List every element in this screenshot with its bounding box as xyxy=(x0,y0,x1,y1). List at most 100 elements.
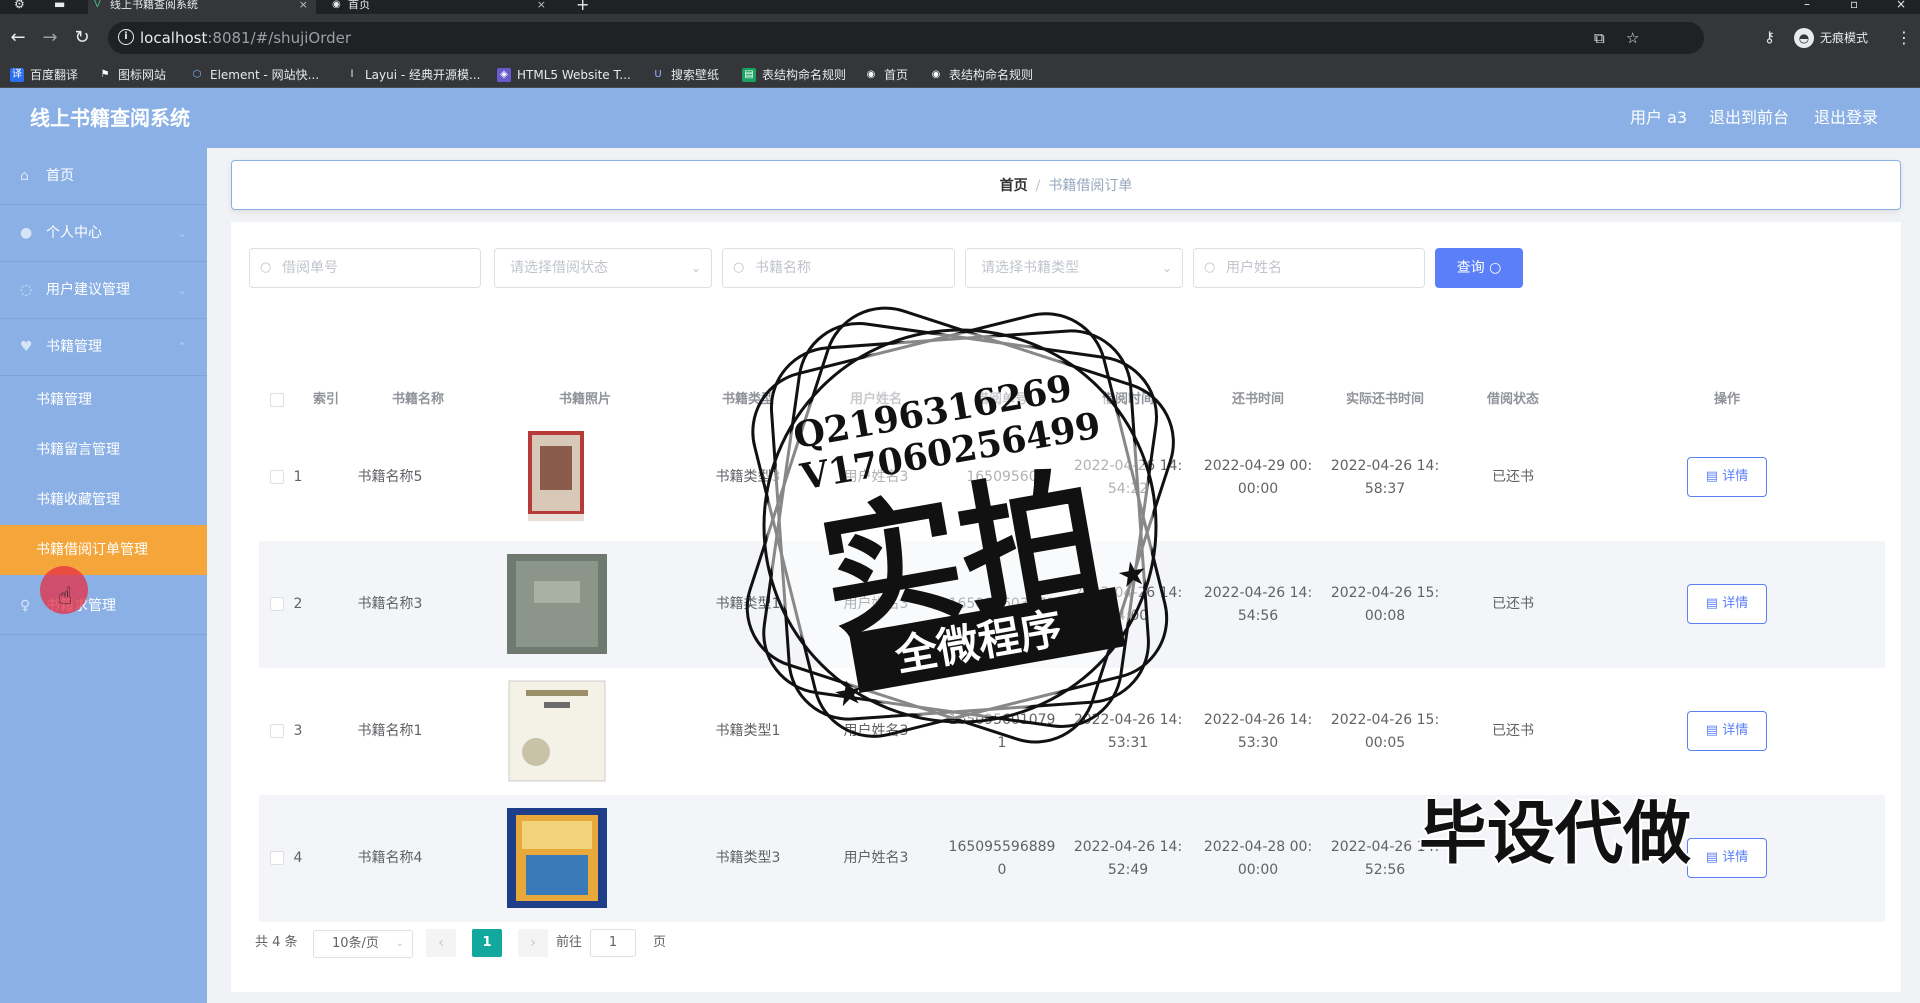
bookmark[interactable]: ◈ HTML5 Website T... xyxy=(497,66,631,84)
cell-return-time: 2022-04-26 14: 54:56 xyxy=(1203,584,1313,624)
bookmark[interactable]: ⬡ Element - 网站快... xyxy=(190,66,319,84)
sidebar-item-books[interactable]: ♥ 书籍管理 ⌃ xyxy=(0,319,207,376)
bookmark[interactable]: U 搜索壁纸 xyxy=(651,66,719,84)
close-tab-icon[interactable]: × xyxy=(537,0,546,10)
logout-link[interactable]: 退出登录 xyxy=(1814,107,1878,129)
layui-icon: ⅼ xyxy=(350,69,354,80)
sidebar-item-suggestions[interactable]: ◌ 用户建议管理 ⌄ xyxy=(0,262,207,319)
forward-icon[interactable]: → xyxy=(38,26,62,50)
detail-button[interactable]: ▤ 详情 xyxy=(1687,838,1767,878)
star-icon[interactable]: ☆ xyxy=(1626,29,1639,47)
detail-button[interactable]: ▤ 详情 xyxy=(1687,711,1767,751)
page-number-active[interactable]: 1 xyxy=(472,929,502,957)
back-to-front-link[interactable]: 退出到前台 xyxy=(1709,107,1789,129)
cell-order-no: 165095603973 xyxy=(948,596,1056,612)
browser-tab-active[interactable]: V 线上书籍查阅系统 × xyxy=(88,0,316,14)
pagination-total: 共 4 条 xyxy=(255,935,298,950)
vue-icon: V xyxy=(94,0,101,10)
bookmark[interactable]: ▤ 表结构命名规则 xyxy=(742,66,846,84)
page-size-select[interactable]: 10条/页 ⌄ xyxy=(313,930,413,958)
select-all-checkbox[interactable] xyxy=(270,393,284,407)
app-header: 线上书籍查阅系统 用户 a3 退出到前台 退出登录 xyxy=(0,88,1920,148)
book-icon: ♥ xyxy=(20,339,33,355)
watermark-text: 毕设代做 xyxy=(1417,793,1693,876)
address-bar[interactable]: i localhost:8081/#/shujiOrder ⧉ ☆ xyxy=(108,22,1704,54)
bookmark[interactable]: ⚑ 图标网站 xyxy=(98,66,167,84)
col-header-book-name: 书籍名称 xyxy=(391,392,445,407)
cell-index: 1 xyxy=(293,469,303,485)
page-suffix-label: 页 xyxy=(653,935,667,950)
goto-page-input[interactable]: 1 xyxy=(590,929,636,957)
breadcrumb-home[interactable]: 首页 xyxy=(1000,178,1028,194)
url-text[interactable]: localhost:8081/#/shujiOrder xyxy=(140,29,351,47)
sidebar-item-home[interactable]: ⌂ 首页 xyxy=(0,148,207,205)
col-header-borrow-time: 借阅时间 xyxy=(1101,392,1155,407)
element-icon: ⬡ xyxy=(192,69,202,80)
book-type-select[interactable]: 请选择书籍类型 ⌄ xyxy=(965,248,1183,288)
bookmark[interactable]: ◉ 首页 xyxy=(864,66,908,84)
key-icon[interactable]: ⚷ xyxy=(1764,28,1775,46)
chevron-down-icon: ⌄ xyxy=(1161,261,1172,275)
detail-label: 详情 xyxy=(1722,596,1749,611)
sidebar-item-label: 用户建议管理 xyxy=(46,282,130,298)
detail-button[interactable]: ▤ 详情 xyxy=(1687,584,1767,624)
user-name-input[interactable]: ○ 用户姓名 xyxy=(1193,248,1425,288)
col-header-status: 借阅状态 xyxy=(1486,392,1540,407)
book-cover-image xyxy=(506,553,608,655)
new-tab-icon[interactable]: + xyxy=(576,0,589,13)
chevron-down-icon: ⌄ xyxy=(395,938,404,949)
sidebar-item-label: 书籍管理 xyxy=(46,339,102,355)
cell-index: 2 xyxy=(293,596,303,612)
col-header-order-no: 借阅单号 xyxy=(975,392,1029,407)
sidebar-item-profile[interactable]: ● 个人中心 ⌄ xyxy=(0,205,207,262)
cell-borrow-time: 2022-04-26 14: 52:49 xyxy=(1073,838,1183,878)
search-icon: ○ xyxy=(1204,260,1216,275)
row-checkbox[interactable] xyxy=(270,597,284,611)
next-page-button[interactable]: › xyxy=(518,929,548,957)
close-window-icon[interactable]: × xyxy=(1896,0,1906,10)
order-no-input[interactable]: ○ 借阅单号 xyxy=(249,248,481,288)
sidebar-subitem-books[interactable]: 书籍管理 xyxy=(0,375,207,425)
chevron-down-icon: ⌄ xyxy=(690,261,701,275)
cell-return-time: 2022-04-28 00: 00:00 xyxy=(1203,838,1313,878)
sidebar-item-book-requests[interactable]: ♀ 书籍求管理 xyxy=(0,578,207,635)
sidebar-subitem-borrow-orders[interactable]: 书籍借阅订单管理 xyxy=(0,525,207,575)
prev-page-button[interactable]: ‹ xyxy=(426,929,456,957)
incognito-indicator[interactable]: ◓ 无痕模式 xyxy=(1794,24,1868,52)
book-name-input[interactable]: ○ 书籍名称 xyxy=(722,248,955,288)
cell-actual-return: 2022-04-26 15: 00:08 xyxy=(1330,584,1440,624)
cell-actual-return: 2022-04-26 15: 00:05 xyxy=(1330,711,1440,751)
cell-book-name: 书籍名称3 xyxy=(357,596,423,612)
query-button[interactable]: 查询 ○ xyxy=(1435,248,1523,288)
minimize-icon[interactable]: – xyxy=(1804,0,1810,10)
maximize-icon[interactable]: ▫ xyxy=(1850,0,1858,10)
sidebar-subitem-book-comments[interactable]: 书籍留言管理 xyxy=(0,425,207,475)
status-badge: 已还书 xyxy=(1492,469,1534,485)
close-tab-icon[interactable]: × xyxy=(299,0,308,10)
browser-menu-icon[interactable]: ⚙ xyxy=(14,0,25,10)
more-menu-icon[interactable]: ⋮ xyxy=(1896,28,1912,48)
sidebar: ⌂ 首页 ● 个人中心 ⌄ ◌ 用户建议管理 ⌄ ♥ 书籍管理 ⌃ 书籍管理 书… xyxy=(0,148,207,1003)
incognito-label: 无痕模式 xyxy=(1820,31,1869,45)
browser-tab[interactable]: ◉ 首页 × xyxy=(326,0,554,14)
row-checkbox[interactable] xyxy=(270,724,284,738)
tab-search-icon[interactable]: ▬ xyxy=(54,0,65,10)
reload-icon[interactable]: ↻ xyxy=(70,26,94,50)
row-checkbox[interactable] xyxy=(270,851,284,865)
cell-index: 4 xyxy=(293,850,303,866)
sidebar-subitem-book-favorites[interactable]: 书籍收藏管理 xyxy=(0,475,207,525)
info-icon[interactable]: i xyxy=(118,29,134,45)
row-checkbox[interactable] xyxy=(270,470,284,484)
back-icon[interactable]: ← xyxy=(6,26,30,50)
col-header-index: 索引 xyxy=(312,392,340,407)
cell-user-name: 用户姓名3 xyxy=(843,723,909,739)
cell-user-name: 用户姓名3 xyxy=(843,850,909,866)
cell-book-name: 书籍名称1 xyxy=(357,723,423,739)
bookmark[interactable]: ⅼ Layui - 经典开源模... xyxy=(345,66,481,84)
detail-button[interactable]: ▤ 详情 xyxy=(1687,457,1767,497)
translate-icon[interactable]: ⧉ xyxy=(1594,29,1605,47)
bookmark[interactable]: ◉ 表结构命名规则 xyxy=(929,66,1033,84)
bookmark[interactable]: 译百度翻译 xyxy=(10,66,78,84)
browser-toolbar: ← → ↻ i localhost:8081/#/shujiOrder ⧉ ☆ … xyxy=(0,14,1920,62)
status-select[interactable]: 请选择借阅状态 ⌄ xyxy=(494,248,712,288)
